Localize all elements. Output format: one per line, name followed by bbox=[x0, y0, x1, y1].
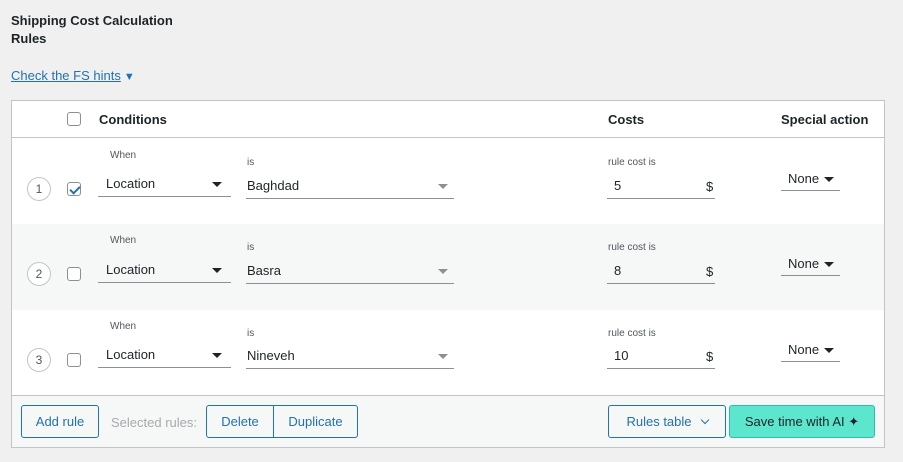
chevron-down-icon bbox=[212, 182, 222, 187]
condition-select[interactable]: Location bbox=[98, 172, 231, 197]
special-action-value: None bbox=[788, 342, 820, 357]
rules-table-button[interactable]: Rules table bbox=[608, 405, 726, 438]
special-action-value: None bbox=[788, 171, 820, 186]
hints-link[interactable]: Check the FS hints ▼ bbox=[11, 68, 135, 83]
special-action-select[interactable]: None bbox=[781, 254, 840, 276]
duplicate-button[interactable]: Duplicate bbox=[273, 405, 358, 438]
is-label: is bbox=[247, 328, 255, 339]
row-number: 1 bbox=[27, 177, 51, 201]
header-conditions: Conditions bbox=[99, 112, 167, 127]
chevron-down-icon bbox=[824, 348, 834, 353]
row-checkbox[interactable] bbox=[67, 267, 81, 281]
currency-symbol: $ bbox=[706, 264, 714, 279]
value-select[interactable]: Nineveh bbox=[246, 344, 454, 369]
delete-button[interactable]: Delete bbox=[206, 405, 274, 438]
condition-select-value: Location bbox=[106, 347, 156, 362]
header-special-action: Special action bbox=[781, 112, 869, 127]
value-select[interactable]: Basra bbox=[246, 259, 454, 284]
cost-input[interactable]: 5 bbox=[607, 174, 715, 199]
chevron-down-icon bbox=[438, 184, 448, 189]
table-footer: Add rule Selected rules: Delete Duplicat… bbox=[12, 395, 884, 447]
chevron-down-icon bbox=[438, 269, 448, 274]
table-row: 2 When Location is Basra rule cost is 8 … bbox=[12, 224, 884, 310]
row-checkbox[interactable] bbox=[67, 353, 81, 367]
triangle-down-icon: ▼ bbox=[123, 71, 135, 83]
when-label: When bbox=[110, 235, 137, 246]
condition-select-value: Location bbox=[106, 262, 156, 277]
when-label: When bbox=[110, 321, 137, 332]
hints-link-label: Check the FS hints bbox=[11, 68, 121, 83]
condition-select[interactable]: Location bbox=[98, 258, 231, 283]
page-title: Shipping Cost Calculation Rules bbox=[11, 13, 173, 46]
table-header: Conditions Costs Special action bbox=[12, 101, 884, 138]
currency-symbol: $ bbox=[706, 179, 714, 194]
cost-value: 10 bbox=[614, 348, 629, 363]
is-label: is bbox=[247, 157, 255, 168]
chevron-down-icon bbox=[824, 262, 834, 267]
cost-label: rule cost is bbox=[608, 157, 656, 168]
row-number: 2 bbox=[27, 262, 51, 286]
select-all-checkbox[interactable] bbox=[67, 112, 81, 126]
when-label: When bbox=[110, 150, 137, 161]
table-row: 1 When Location is Baghdad rule cost is … bbox=[12, 138, 884, 224]
rules-table: Conditions Costs Special action 1 When L… bbox=[11, 100, 885, 448]
cost-label: rule cost is bbox=[608, 242, 656, 253]
row-number: 3 bbox=[27, 348, 51, 372]
add-rule-button[interactable]: Add rule bbox=[21, 405, 99, 438]
value-select-value: Nineveh bbox=[247, 348, 295, 363]
chevron-down-icon bbox=[212, 353, 222, 358]
value-select[interactable]: Baghdad bbox=[246, 174, 454, 199]
currency-symbol: $ bbox=[706, 349, 714, 364]
chevron-down-icon bbox=[824, 177, 834, 182]
is-label: is bbox=[247, 242, 255, 253]
condition-select-value: Location bbox=[106, 176, 156, 191]
chevron-down-icon bbox=[438, 354, 448, 359]
value-select-value: Basra bbox=[247, 263, 281, 278]
special-action-select[interactable]: None bbox=[781, 169, 840, 191]
condition-select[interactable]: Location bbox=[98, 343, 231, 368]
cost-label: rule cost is bbox=[608, 328, 656, 339]
chevron-down-icon bbox=[700, 415, 709, 425]
cost-value: 5 bbox=[614, 178, 622, 193]
row-checkbox[interactable] bbox=[67, 182, 81, 196]
special-action-value: None bbox=[788, 256, 820, 271]
value-select-value: Baghdad bbox=[247, 178, 300, 193]
cost-value: 8 bbox=[614, 263, 622, 278]
cost-input[interactable]: 8 bbox=[607, 259, 715, 284]
rules-table-label: Rules table bbox=[626, 414, 692, 429]
chevron-down-icon bbox=[212, 268, 222, 273]
header-costs: Costs bbox=[608, 112, 645, 127]
cost-input[interactable]: 10 bbox=[607, 344, 715, 369]
ai-save-time-button[interactable]: Save time with AI ✦ bbox=[729, 405, 875, 438]
table-row: 3 When Location is Nineveh rule cost is … bbox=[12, 310, 884, 396]
selected-rules-label: Selected rules: bbox=[111, 415, 197, 430]
special-action-select[interactable]: None bbox=[781, 340, 840, 362]
